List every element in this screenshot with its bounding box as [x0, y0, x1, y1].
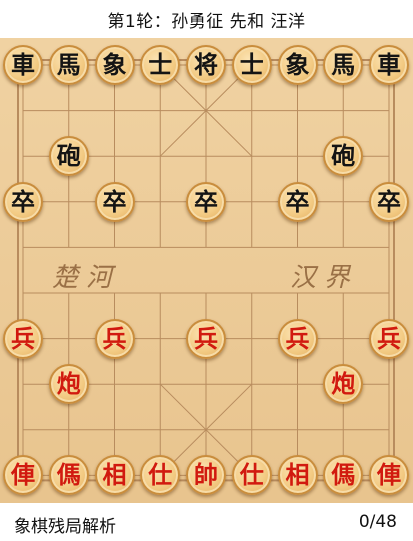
piece-label: 卒: [11, 186, 35, 216]
black-soldier-3[interactable]: 卒: [186, 181, 226, 222]
black-horse-right[interactable]: 馬: [323, 45, 364, 85]
piece-label: 将: [194, 50, 218, 79]
piece-label: 俥: [377, 460, 401, 490]
black-advisor-left[interactable]: 士: [140, 45, 181, 85]
piece-label: 馬: [331, 50, 356, 79]
piece-label: 士: [148, 50, 173, 79]
piece-label: 車: [11, 50, 35, 79]
piece-label: 傌: [56, 460, 81, 490]
red-cannon-left[interactable]: 炮: [48, 364, 89, 405]
red-soldier-3[interactable]: 兵: [186, 318, 226, 359]
piece-label: 帥: [194, 460, 218, 490]
piece-label: 俥: [11, 460, 35, 490]
black-chariot-right[interactable]: 車: [369, 45, 409, 85]
black-chariot-left[interactable]: 車: [3, 45, 43, 85]
black-soldier-1[interactable]: 卒: [3, 181, 43, 222]
piece-label: 象: [102, 50, 127, 79]
piece-label: 兵: [377, 323, 401, 353]
black-general[interactable]: 将: [186, 45, 226, 85]
piece-label: 仕: [148, 460, 173, 490]
piece-label: 炮: [331, 369, 356, 399]
red-soldier-1[interactable]: 兵: [3, 318, 43, 359]
red-soldier-5[interactable]: 兵: [369, 318, 409, 359]
piece-label: 卒: [285, 186, 310, 216]
river-label-han-jie: 汉界: [290, 263, 359, 294]
red-advisor-right[interactable]: 仕: [231, 455, 272, 496]
piece-label: 砲: [56, 141, 81, 171]
piece-label: 兵: [194, 323, 218, 353]
black-advisor-right[interactable]: 士: [231, 45, 272, 85]
red-soldier-4[interactable]: 兵: [277, 318, 318, 359]
red-elephant-left[interactable]: 相: [94, 455, 135, 496]
piece-label: 兵: [11, 323, 35, 353]
black-elephant-right[interactable]: 象: [277, 45, 318, 85]
river-label-chu-he: 楚河: [52, 263, 121, 294]
red-soldier-2[interactable]: 兵: [94, 318, 135, 359]
black-elephant-left[interactable]: 象: [94, 45, 135, 85]
piece-label: 卒: [377, 186, 401, 216]
piece-label: 車: [377, 50, 401, 79]
status-bar: 象棋残局解析 0/48: [0, 503, 413, 541]
piece-label: 兵: [285, 323, 310, 353]
move-counter: 0/48: [358, 512, 397, 532]
piece-label: 象: [285, 50, 310, 79]
black-horse-left[interactable]: 馬: [48, 45, 89, 85]
game-title: 第1轮：孙勇征 先和 汪洋: [0, 0, 413, 38]
piece-label: 馬: [56, 50, 81, 79]
piece-label: 仕: [239, 460, 264, 490]
piece-label: 卒: [102, 186, 127, 216]
black-cannon-left[interactable]: 砲: [48, 136, 89, 177]
black-soldier-2[interactable]: 卒: [94, 181, 135, 222]
piece-label: 相: [102, 460, 127, 490]
black-soldier-5[interactable]: 卒: [369, 181, 409, 222]
piece-label: 傌: [331, 460, 356, 490]
xiangqi-board[interactable]: 楚河 汉界 車馬象士将士象馬車砲砲卒卒卒卒卒兵兵兵兵兵炮炮俥傌相仕帥仕相傌俥: [0, 38, 413, 503]
black-soldier-4[interactable]: 卒: [277, 181, 318, 222]
piece-label: 卒: [194, 186, 218, 216]
red-elephant-right[interactable]: 相: [277, 455, 318, 496]
piece-label: 砲: [331, 141, 356, 171]
piece-label: 兵: [102, 323, 127, 353]
red-horse-left[interactable]: 傌: [48, 455, 89, 496]
app-name: 象棋残局解析: [14, 517, 116, 537]
piece-label: 士: [239, 50, 264, 79]
piece-label: 炮: [56, 369, 81, 399]
piece-label: 相: [285, 460, 310, 490]
